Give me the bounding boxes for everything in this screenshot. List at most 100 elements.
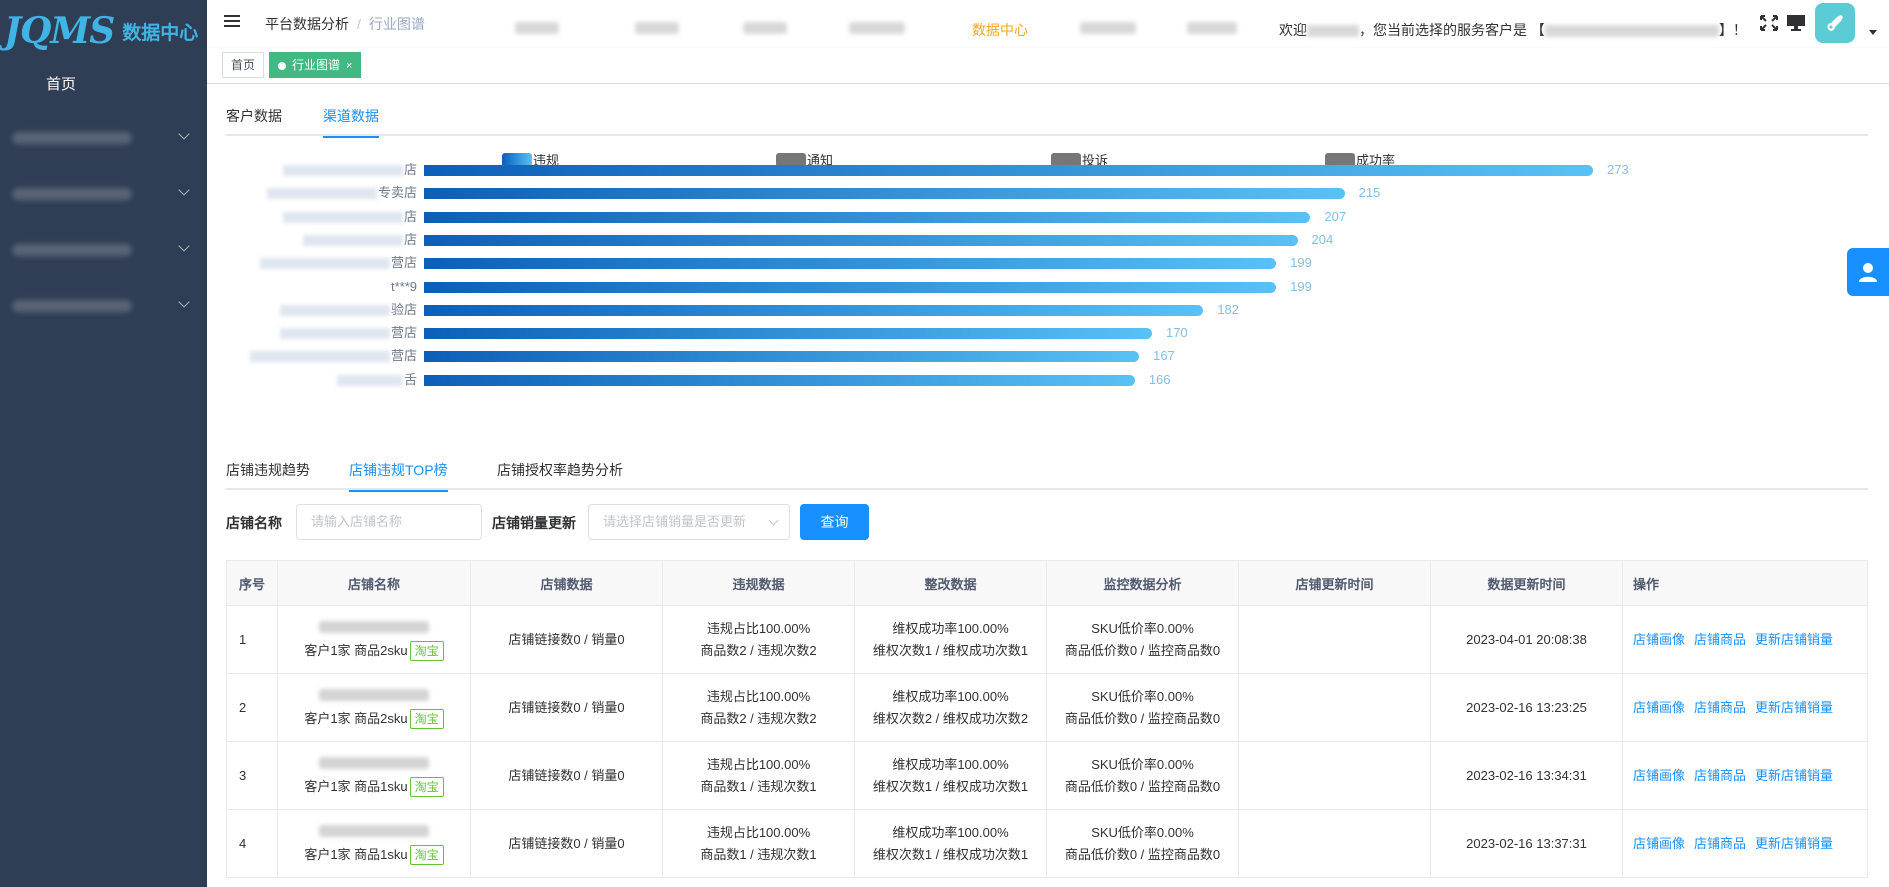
tab-channel-data[interactable]: 渠道数据 — [323, 96, 379, 138]
shop-products-link[interactable]: 店铺商品 — [1694, 700, 1746, 715]
monitor-icon[interactable] — [1786, 14, 1806, 32]
sidebar-item-3[interactable] — [12, 238, 192, 262]
table-row: 4 客户1家 商品1sku 淘宝 店铺链接数0 / 销量0 违规占比100.00%… — [226, 809, 1868, 878]
customer-service-button[interactable] — [1847, 248, 1889, 296]
bar-category-label: 专卖店 — [207, 183, 417, 203]
logo-mark: JQMS — [4, 10, 115, 52]
bar-category-label: 验店 — [207, 300, 417, 320]
bar-category-label: 营店 — [207, 253, 417, 273]
blurred-shop-name — [279, 304, 390, 316]
blurred-nav-item[interactable] — [515, 22, 559, 34]
fullscreen-icon[interactable] — [1759, 14, 1779, 32]
sidebar-item-home[interactable]: 首页 — [46, 73, 76, 94]
tag-industry-graph[interactable]: 行业图谱 × — [269, 52, 362, 78]
blurred-nav-item[interactable] — [1187, 22, 1237, 34]
shop-products-link[interactable]: 店铺商品 — [1694, 836, 1746, 851]
bar[interactable] — [424, 211, 1311, 223]
menu-fold-icon[interactable] — [224, 15, 240, 29]
bar[interactable] — [424, 281, 1277, 293]
blurred-nav-item[interactable] — [849, 22, 905, 34]
top-tabs: 客户数据 渠道数据 — [226, 96, 1868, 138]
tab-violation-trend[interactable]: 店铺违规趋势 — [226, 450, 310, 490]
bar[interactable] — [424, 258, 1277, 270]
data-update-time-cell: 2023-02-16 13:23:25 — [1430, 673, 1623, 742]
bar[interactable] — [424, 165, 1593, 176]
shop-profile-link[interactable]: 店铺画像 — [1633, 836, 1685, 851]
bar[interactable] — [424, 374, 1135, 386]
sidebar-item-4[interactable] — [12, 294, 192, 318]
shop-name-label: 店铺名称 — [226, 515, 282, 531]
sales-update-select[interactable]: 请选择店铺销量是否更新 — [588, 504, 790, 540]
sidebar-item-1[interactable] — [12, 126, 192, 150]
bar-value-label: 182 — [1217, 301, 1240, 317]
main-content: 客户数据 渠道数据 违规 通知 投诉 成功率 店 273 专卖店 215 店 207 店 204 营店… — [207, 84, 1889, 887]
avatar[interactable] — [1815, 3, 1855, 43]
blurred-menu-label — [12, 300, 132, 312]
tab-authorization-trend[interactable]: 店铺授权率趋势分析 — [497, 450, 623, 490]
table-row: 3 客户1家 商品1sku 淘宝 店铺链接数0 / 销量0 违规占比100.00%… — [226, 741, 1868, 810]
shop-products-link[interactable]: 店铺商品 — [1694, 768, 1746, 783]
bar[interactable] — [424, 304, 1204, 316]
query-button[interactable]: 查询 — [800, 504, 869, 540]
table-header-row: 序号 店铺名称 店铺数据 违规数据 整改数据 监控数据分析 店铺更新时间 数据更… — [226, 560, 1868, 606]
tag-home[interactable]: 首页 — [222, 52, 265, 78]
rectify-data-cell: 维权成功率100.00% 维权次数2 / 维权成功次数2 — [854, 673, 1047, 742]
shop-profile-link[interactable]: 店铺画像 — [1633, 700, 1685, 715]
blurred-shop-name — [319, 824, 429, 837]
tab-customer-data[interactable]: 客户数据 — [226, 96, 282, 136]
col-rectify-data: 整改数据 — [854, 560, 1047, 606]
shop-update-time-cell — [1238, 809, 1431, 878]
blurred-shop-name — [319, 688, 429, 701]
col-shop-name: 店铺名称 — [277, 560, 471, 606]
update-sales-link[interactable]: 更新店铺销量 — [1755, 632, 1833, 647]
actions-cell: 店铺画像 店铺商品 更新店铺销量 — [1622, 605, 1868, 674]
tab-violation-top[interactable]: 店铺违规TOP榜 — [349, 450, 448, 492]
logo-text: 数据中心 — [122, 22, 199, 44]
shop-update-time-cell — [1238, 741, 1431, 810]
blurred-shop-name — [279, 328, 390, 340]
update-sales-link[interactable]: 更新店铺销量 — [1755, 768, 1833, 783]
nav-item-data-center[interactable]: 数据中心 — [972, 20, 1028, 40]
bar[interactable] — [424, 188, 1345, 200]
shop-name-input[interactable]: 请输入店铺名称 — [296, 504, 482, 540]
bar-category-label: 店 — [207, 160, 417, 180]
update-sales-link[interactable]: 更新店铺销量 — [1755, 700, 1833, 715]
data-update-time-cell: 2023-02-16 13:37:31 — [1430, 809, 1623, 878]
chevron-down-icon — [178, 296, 190, 308]
blurred-shop-name — [319, 756, 429, 769]
update-sales-link[interactable]: 更新店铺销量 — [1755, 836, 1833, 851]
actions-cell: 店铺画像 店铺商品 更新店铺销量 — [1622, 673, 1868, 742]
sub-tabs: 店铺违规趋势 店铺违规TOP榜 店铺授权率趋势分析 — [226, 450, 1868, 492]
shop-name-cell: 客户1家 商品2sku 淘宝 — [277, 673, 471, 742]
table-row: 1 客户1家 商品2sku 淘宝 店铺链接数0 / 销量0 违规占比100.00%… — [226, 605, 1868, 674]
rectify-data-cell: 维权成功率100.00% 维权次数1 / 维权成功次数1 — [854, 741, 1047, 810]
shop-products-link[interactable]: 店铺商品 — [1694, 632, 1746, 647]
shop-name-cell: 客户1家 商品1sku 淘宝 — [277, 741, 471, 810]
blurred-nav-item[interactable] — [743, 22, 787, 34]
chevron-down-icon — [178, 184, 190, 196]
blurred-shop-name — [282, 211, 403, 223]
bar-category-label: 店 — [207, 230, 417, 250]
shop-data-cell: 店铺链接数0 / 销量0 — [470, 741, 663, 810]
monitor-data-cell: SKU低价率0.00% 商品低价数0 / 监控商品数0 — [1046, 809, 1239, 878]
bar[interactable] — [424, 351, 1140, 363]
caret-down-icon[interactable] — [1869, 30, 1877, 35]
bar[interactable] — [424, 234, 1298, 246]
logo: JQMS 数据中心 — [4, 6, 204, 56]
shop-data-cell: 店铺链接数0 / 销量0 — [470, 673, 663, 742]
blurred-shop-name — [319, 620, 429, 633]
bar-row: 营店 199 — [207, 253, 1889, 273]
guitar-icon — [1827, 15, 1843, 31]
blurred-nav-item[interactable] — [635, 22, 679, 34]
monitor-data-cell: SKU低价率0.00% 商品低价数0 / 监控商品数0 — [1046, 673, 1239, 742]
bar[interactable] — [424, 328, 1152, 340]
blurred-nav-item[interactable] — [1080, 22, 1136, 34]
tags-view: 首页 行业图谱 × — [207, 48, 1889, 84]
close-icon[interactable]: × — [346, 60, 352, 72]
violation-data-cell: 违规占比100.00% 商品数2 / 违规次数2 — [662, 605, 855, 674]
shop-profile-link[interactable]: 店铺画像 — [1633, 632, 1685, 647]
shop-profile-link[interactable]: 店铺画像 — [1633, 768, 1685, 783]
breadcrumb-item[interactable]: 平台数据分析 — [265, 16, 349, 32]
sidebar-item-2[interactable] — [12, 182, 192, 206]
bar-value-label: 199 — [1290, 255, 1312, 271]
